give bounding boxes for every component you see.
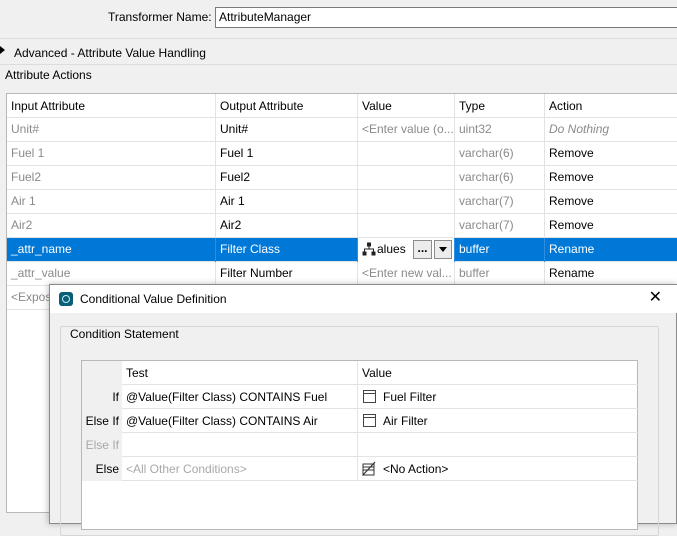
header-divider [0, 38, 677, 39]
advanced-divider [0, 64, 677, 65]
column-header-value[interactable]: Value [358, 361, 639, 385]
dialog-title-bar[interactable]: Conditional Value Definition ✕ [50, 285, 677, 313]
condition-label: Else [82, 457, 122, 481]
output-attribute-cell[interactable]: Filter Class [216, 238, 358, 262]
condition-header-row: Test Value [82, 361, 639, 385]
type-cell: buffer [455, 238, 545, 262]
condition-row[interactable]: Else If [82, 433, 639, 457]
value-cell[interactable] [358, 433, 639, 457]
action-cell[interactable]: Remove [545, 190, 677, 214]
advanced-section-toggle[interactable]: Advanced - Attribute Value Handling [14, 46, 206, 60]
column-header-test[interactable]: Test [122, 361, 358, 385]
test-cell[interactable]: @Value(Filter Class) CONTAINS Fuel [122, 385, 358, 409]
condition-row[interactable]: Else If @Value(Filter Class) CONTAINS Ai… [82, 409, 639, 433]
condition-table: Test Value If @Value(Filter Class) CONTA… [81, 360, 639, 530]
action-cell[interactable]: Remove [545, 142, 677, 166]
type-cell: varchar(6) [455, 166, 545, 190]
dropdown-button[interactable] [434, 240, 452, 259]
ellipsis-button[interactable]: ... [413, 240, 432, 259]
column-header-action[interactable]: Action [545, 94, 677, 118]
output-attribute-cell[interactable]: Air2 [216, 214, 358, 238]
value-text: alues [377, 242, 406, 256]
input-attribute-cell[interactable]: _attr_value [7, 262, 216, 286]
input-attribute-cell[interactable]: Fuel 1 [7, 142, 216, 166]
type-cell: buffer [455, 262, 545, 286]
input-attribute-cell[interactable]: _attr_name [7, 238, 216, 262]
action-cell[interactable]: Rename [545, 238, 677, 262]
table-row[interactable]: Fuel2 Fuel2 varchar(6) Remove [7, 166, 677, 190]
input-attribute-cell[interactable]: Fuel2 [7, 166, 216, 190]
test-cell[interactable]: <All Other Conditions> [122, 457, 358, 481]
transformer-name-label: Transformer Name: [108, 10, 212, 24]
type-cell: varchar(7) [455, 190, 545, 214]
output-attribute-cell[interactable]: Air 1 [216, 190, 358, 214]
action-cell[interactable]: Remove [545, 214, 677, 238]
output-attribute-cell[interactable]: Filter Number [216, 262, 358, 286]
type-cell: varchar(7) [455, 214, 545, 238]
value-cell[interactable]: <Enter new val... [358, 262, 455, 286]
type-cell: uint32 [455, 118, 545, 142]
no-action-icon [362, 461, 376, 476]
action-cell[interactable]: Do Nothing [545, 118, 677, 142]
table-row-icon [363, 414, 376, 427]
value-cell[interactable]: Air Filter [358, 409, 639, 433]
column-header-value[interactable]: Value [358, 94, 455, 118]
condition-label: Else If [82, 409, 122, 433]
action-cell[interactable]: Rename [545, 262, 677, 286]
value-cell[interactable] [358, 214, 455, 238]
table-row[interactable]: Fuel 1 Fuel 1 varchar(6) Remove [7, 142, 677, 166]
table-row-selected[interactable]: _attr_name Filter Class alues ... buffer… [7, 238, 677, 262]
value-cell[interactable]: <No Action> [358, 457, 639, 481]
input-attribute-cell[interactable]: Air 1 [7, 190, 216, 214]
value-cell[interactable] [358, 142, 455, 166]
value-editor-cell[interactable]: alues ... [358, 238, 455, 262]
condition-label: Else If [82, 433, 122, 457]
action-cell[interactable]: Remove [545, 166, 677, 190]
condition-row[interactable]: If @Value(Filter Class) CONTAINS Fuel Fu… [82, 385, 639, 409]
attribute-actions-title: Attribute Actions [5, 68, 92, 82]
condition-label: If [82, 385, 122, 409]
output-attribute-cell[interactable]: Unit# [216, 118, 358, 142]
condition-row[interactable]: Else <All Other Conditions> <No Action> [82, 457, 639, 481]
transformer-name-input[interactable]: AttributeManager [215, 7, 677, 28]
column-header-output[interactable]: Output Attribute [216, 94, 358, 118]
value-text: Fuel Filter [383, 390, 437, 404]
fme-app-icon [59, 292, 73, 306]
expand-arrow-icon[interactable] [0, 46, 5, 54]
column-header-input[interactable]: Input Attribute [7, 94, 216, 118]
column-header-type[interactable]: Type [455, 94, 545, 118]
hierarchy-icon [362, 242, 376, 256]
test-cell[interactable]: @Value(Filter Class) CONTAINS Air [122, 409, 358, 433]
type-cell: varchar(6) [455, 142, 545, 166]
table-row[interactable]: _attr_value Filter Number <Enter new val… [7, 262, 677, 286]
value-cell[interactable] [358, 190, 455, 214]
value-text: <No Action> [383, 462, 449, 476]
condition-statement-label: Condition Statement [70, 327, 179, 341]
table-row-icon [363, 390, 376, 403]
close-icon[interactable]: ✕ [649, 289, 662, 307]
row-label-header [82, 361, 122, 385]
value-cell[interactable] [358, 166, 455, 190]
conditional-value-dialog: Conditional Value Definition ✕ Condition… [49, 284, 677, 536]
input-attribute-cell[interactable]: Air2 [7, 214, 216, 238]
value-cell[interactable]: <Enter value (o... [358, 118, 455, 142]
dialog-title: Conditional Value Definition [80, 292, 227, 306]
table-header-row: Input Attribute Output Attribute Value T… [7, 94, 677, 118]
value-text: Air Filter [383, 414, 428, 428]
table-row[interactable]: Air 1 Air 1 varchar(7) Remove [7, 190, 677, 214]
value-cell[interactable]: Fuel Filter [358, 385, 639, 409]
table-row[interactable]: Air2 Air2 varchar(7) Remove [7, 214, 677, 238]
test-cell[interactable] [122, 433, 358, 457]
input-attribute-cell[interactable]: Unit# [7, 118, 216, 142]
output-attribute-cell[interactable]: Fuel2 [216, 166, 358, 190]
output-attribute-cell[interactable]: Fuel 1 [216, 142, 358, 166]
table-row[interactable]: Unit# Unit# <Enter value (o... uint32 Do… [7, 118, 677, 142]
